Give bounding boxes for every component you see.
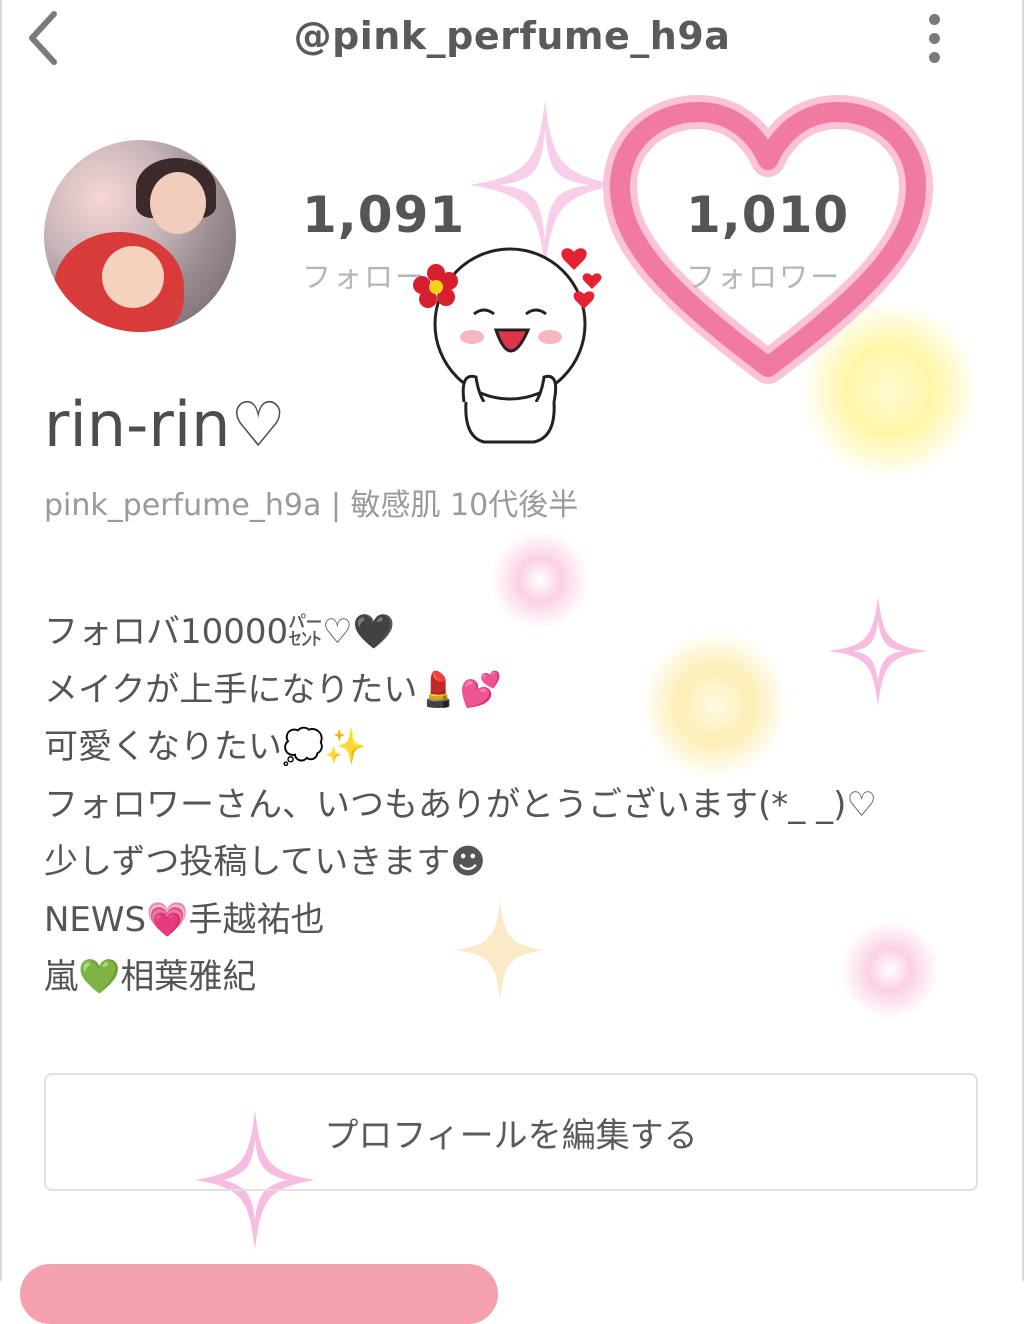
avatar-photo-detail bbox=[102, 246, 164, 308]
bio-line: メイクが上手になりたい💄💕 bbox=[44, 669, 502, 710]
avatar-photo-detail bbox=[150, 172, 206, 234]
bio-line: 可愛くなりたい💭✨ bbox=[44, 727, 367, 767]
bio-line: NEWS💗手越祐也 bbox=[44, 899, 325, 940]
following-stat[interactable]: 1,091 フォロー bbox=[302, 190, 465, 296]
bio-line: フォロバ10000㌫♡🖤 bbox=[44, 612, 395, 652]
profile-subtitle: pink_perfume_h9a | 敏感肌 10代後半 bbox=[44, 488, 579, 523]
followers-stat[interactable]: 1,010 フォロワー bbox=[686, 190, 849, 296]
vertical-dots-icon bbox=[928, 13, 940, 25]
profile-bio: フォロバ10000㌫♡🖤 メイクが上手になりたい💄💕 可愛くなりたい💭✨ フォロ… bbox=[44, 604, 877, 1007]
edit-profile-button[interactable]: プロフィールを編集する bbox=[44, 1073, 978, 1191]
pink-action-button[interactable] bbox=[20, 1264, 498, 1324]
bio-line: 嵐💚相葉雅紀 bbox=[44, 957, 257, 997]
following-count: 1,091 bbox=[302, 186, 466, 244]
dot bbox=[928, 51, 940, 63]
dot bbox=[928, 32, 940, 44]
followers-label: フォロワー bbox=[686, 260, 842, 294]
avatar[interactable] bbox=[44, 140, 236, 332]
following-label: フォロー bbox=[302, 260, 427, 294]
display-name: rin-rin♡ bbox=[44, 388, 286, 461]
bio-line: フォロワーさん、いつもありがとうございます(*_ _)♡ bbox=[44, 784, 877, 825]
more-options-button[interactable] bbox=[914, 6, 954, 70]
sparkle-icon bbox=[470, 100, 620, 270]
profile-username-title: @pink_perfume_h9a bbox=[293, 14, 731, 58]
sparkle-glow-yellow bbox=[800, 300, 980, 480]
followers-count: 1,010 bbox=[686, 186, 850, 244]
bio-line: 少しずつ投稿していきます☻ bbox=[44, 842, 486, 882]
